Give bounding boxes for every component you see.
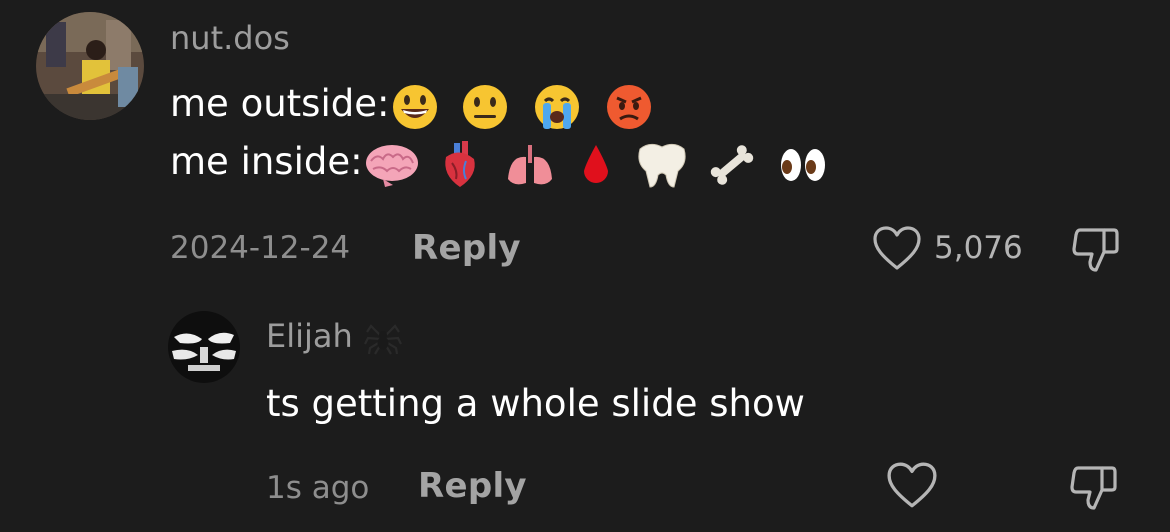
- heart-outline-icon: [873, 226, 921, 270]
- loudly-crying-face-emoji: [534, 85, 579, 129]
- emoji-group-outside: [389, 82, 656, 130]
- reply-text: ts getting a whole slide show: [266, 382, 805, 425]
- thumbs-down-outline-icon: [1070, 466, 1117, 510]
- neutral-face-emoji: [463, 85, 508, 129]
- avatar[interactable]: [36, 12, 144, 120]
- reply-button[interactable]: Reply: [412, 228, 521, 268]
- eyes-emoji: [781, 149, 826, 181]
- anatomical-heart-emoji: [445, 141, 476, 187]
- avatar-image: [168, 311, 240, 383]
- bone-emoji: [711, 145, 754, 185]
- comment-text-line-1: me outside:: [170, 80, 657, 130]
- angry-face-emoji: [606, 85, 651, 129]
- tooth-emoji: [638, 143, 686, 188]
- brain-emoji: [365, 145, 418, 187]
- lungs-emoji: [508, 145, 553, 185]
- grinning-face-emoji: [393, 85, 438, 129]
- reply-timestamp: 1s ago: [266, 470, 370, 506]
- reply-username[interactable]: Elijah: [266, 316, 403, 358]
- like-button[interactable]: [886, 462, 938, 514]
- spider-emoji: [363, 324, 402, 355]
- comment-date: 2024-12-24: [170, 230, 351, 266]
- reply-button[interactable]: Reply: [418, 466, 527, 506]
- drop-of-blood-emoji: [583, 145, 608, 183]
- emoji-group-inside: [363, 140, 834, 188]
- like-button[interactable]: [872, 226, 922, 276]
- comment-text: me inside:: [170, 140, 363, 183]
- dislike-button[interactable]: [1068, 462, 1120, 516]
- dislike-button[interactable]: [1070, 224, 1122, 278]
- avatar-image: [36, 12, 144, 120]
- reply-username-text: Elijah: [266, 317, 353, 355]
- comment-username[interactable]: nut.dos: [170, 18, 290, 58]
- heart-outline-icon: [887, 462, 937, 508]
- comment-text-line-2: me inside:: [170, 138, 833, 188]
- thumbs-down-outline-icon: [1072, 228, 1119, 272]
- avatar[interactable]: [168, 311, 240, 383]
- like-count: 5,076: [934, 230, 1023, 266]
- comment-text: me outside:: [170, 82, 390, 125]
